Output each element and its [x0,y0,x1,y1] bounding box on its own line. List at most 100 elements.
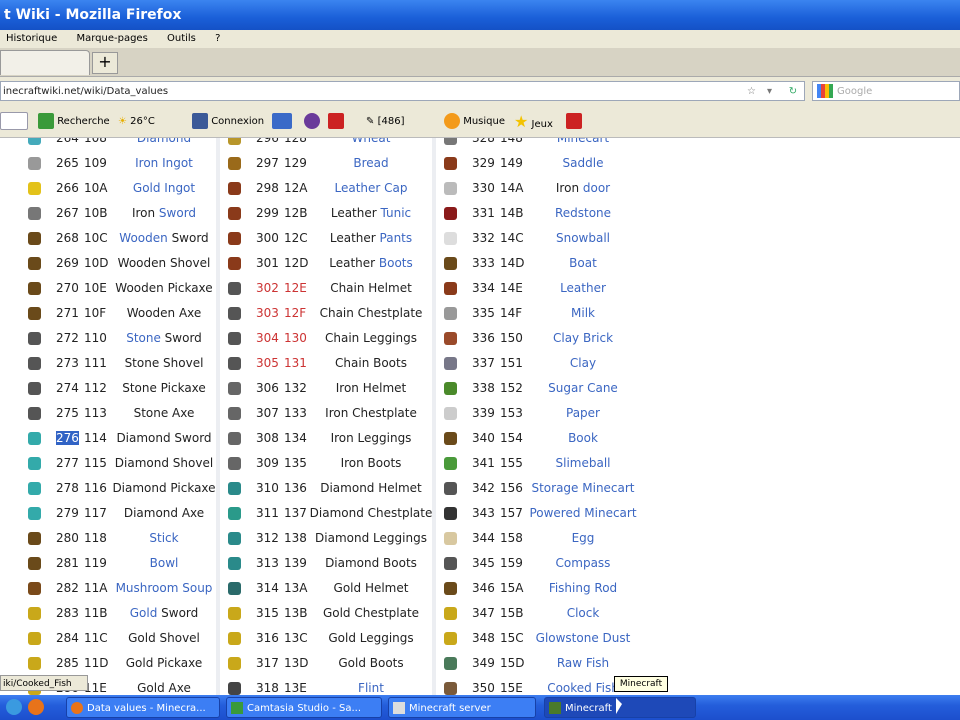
item-name[interactable]: Clay Brick [524,326,642,351]
table-row: 270 10E Wooden Pickaxe [22,276,216,301]
item-name[interactable]: Paper [524,401,642,426]
menu-historique[interactable]: Historique [6,33,57,44]
connexion-button[interactable]: Connexion [192,107,264,137]
table-row: 296 128 Wheat [222,138,430,151]
item-link[interactable]: Stone [126,331,161,345]
item-link[interactable]: Tunic [381,206,412,220]
new-tab-button[interactable]: + [92,52,118,74]
youtube-button[interactable] [328,107,344,137]
item-name[interactable]: Diamond [108,138,220,151]
counter-button[interactable]: ✎ [486] [366,107,404,137]
messenger-button[interactable] [304,107,320,137]
item-name[interactable]: Leather [524,276,642,301]
item-name[interactable]: Gold Ingot [108,176,220,201]
decimal-id: 339 [472,401,498,426]
item-name[interactable]: Compass [524,551,642,576]
table-row: 339 153 Paper [438,401,638,426]
item-name[interactable]: Sugar Cane [524,376,642,401]
table-row: 266 10A Gold Ingot [22,176,216,201]
taskbar-button-server[interactable]: Minecraft server [388,697,536,718]
item-name[interactable]: Minecart [524,138,642,151]
ie-icon[interactable] [6,699,22,715]
item-name[interactable]: Glowstone Dust [524,626,642,651]
firefox-icon[interactable] [28,699,44,715]
item-name: Chain Chestplate [319,306,423,320]
decimal-id: 338 [472,376,498,401]
decimal-value: 335 [472,306,495,320]
item-link[interactable]: Boots [379,256,413,270]
table-row: 331 14B Redstone [438,201,638,226]
item-name[interactable]: Raw Fish [524,651,642,676]
item-name[interactable]: Snowball [524,226,642,251]
weather-button[interactable]: ☀ 26°C [118,107,155,137]
item-name: Diamond Helmet [320,481,422,495]
bookmark-star-icon[interactable]: ☆ [747,82,756,102]
item-link[interactable]: door [583,181,610,195]
table-row: 336 150 Clay Brick [438,326,638,351]
menu-marque-pages[interactable]: Marque-pages [76,33,147,44]
item-name[interactable]: Egg [524,526,642,551]
item-name[interactable]: Bowl [108,551,220,576]
gift-button[interactable] [566,107,582,137]
item-name-prefix: Iron [555,181,583,195]
table-row: 334 14E Leather [438,276,638,301]
item-name[interactable]: Bread [308,151,434,176]
table-row: 272 110 Stone Sword [22,326,216,351]
item-name[interactable]: Clay [524,351,642,376]
table-row: 345 159 Compass [438,551,638,576]
url-bar[interactable]: inecraftwiki.net/wiki/Data_values ☆ ▾ ↻ [0,81,805,101]
tab-data-values[interactable] [0,50,90,75]
item-name[interactable]: Saddle [524,151,642,176]
item-name[interactable]: Slimeball [524,451,642,476]
item-name[interactable]: Mushroom Soup [108,576,220,601]
decimal-value: 348 [472,631,495,645]
table-row: 281 119 Bowl [22,551,216,576]
item-name[interactable]: Redstone [524,201,642,226]
mail-button[interactable] [272,107,292,137]
item-link[interactable]: Gold [130,606,158,620]
google-icon [817,84,833,98]
minecraft-icon [549,702,561,714]
item-icon [444,182,457,195]
table-row: 265 109 Iron Ingot [22,151,216,176]
url-dropdown-icon[interactable]: ▾ [767,82,772,102]
search-box[interactable]: Google [812,81,960,101]
menu-outils[interactable]: Outils [167,33,196,44]
decimal-value: 337 [472,356,495,370]
item-name[interactable]: Book [524,426,642,451]
item-name[interactable]: Iron Ingot [108,151,220,176]
menu-bar: Historique Marque-pages Outils ? [0,30,960,48]
item-name[interactable]: Powered Minecart [524,501,642,526]
item-name: Chain Leggings [325,331,417,345]
item-name[interactable]: Wheat [308,138,434,151]
item-name: Diamond Pickaxe [112,481,216,495]
item-name[interactable]: Leather Cap [308,176,434,201]
recherche-button[interactable]: Recherche [38,107,110,137]
decimal-id: 282 [56,576,82,601]
item-name[interactable]: Fishing Rod [524,576,642,601]
table-row: 279 117 Diamond Axe [22,501,216,526]
jeux-button[interactable]: ★ Jeux [514,107,553,140]
table-row: 328 148 Minecart [438,138,638,151]
taskbar-button-firefox[interactable]: Data values - Minecra... [66,697,220,718]
taskbar-button-camtasia[interactable]: Camtasia Studio - Sa... [226,697,382,718]
item-link[interactable]: Pants [380,231,413,245]
item-name[interactable]: Stick [108,526,220,551]
item-link[interactable]: Wooden [119,231,167,245]
toolbar-dropdown-icon[interactable] [0,107,28,137]
item-link[interactable]: Sword [159,206,196,220]
item-name[interactable]: Clock [524,601,642,626]
musique-button[interactable]: Musique [444,107,505,137]
decimal-value: 334 [472,281,495,295]
item-icon [228,232,241,245]
item-icon [228,138,241,145]
menu-help[interactable]: ? [215,33,220,44]
item-name[interactable]: Milk [524,301,642,326]
reload-icon[interactable]: ↻ [783,82,803,102]
item-name[interactable]: Storage Minecart [524,476,642,501]
item-name[interactable]: Boat [524,251,642,276]
item-name[interactable]: Flint [308,676,434,695]
decimal-id: 350 [472,676,498,695]
item-name: Gold Boots [338,656,404,670]
addon-toolbar: Recherche ☀ 26°C Connexion ✎ [486] Musiq… [0,107,960,138]
